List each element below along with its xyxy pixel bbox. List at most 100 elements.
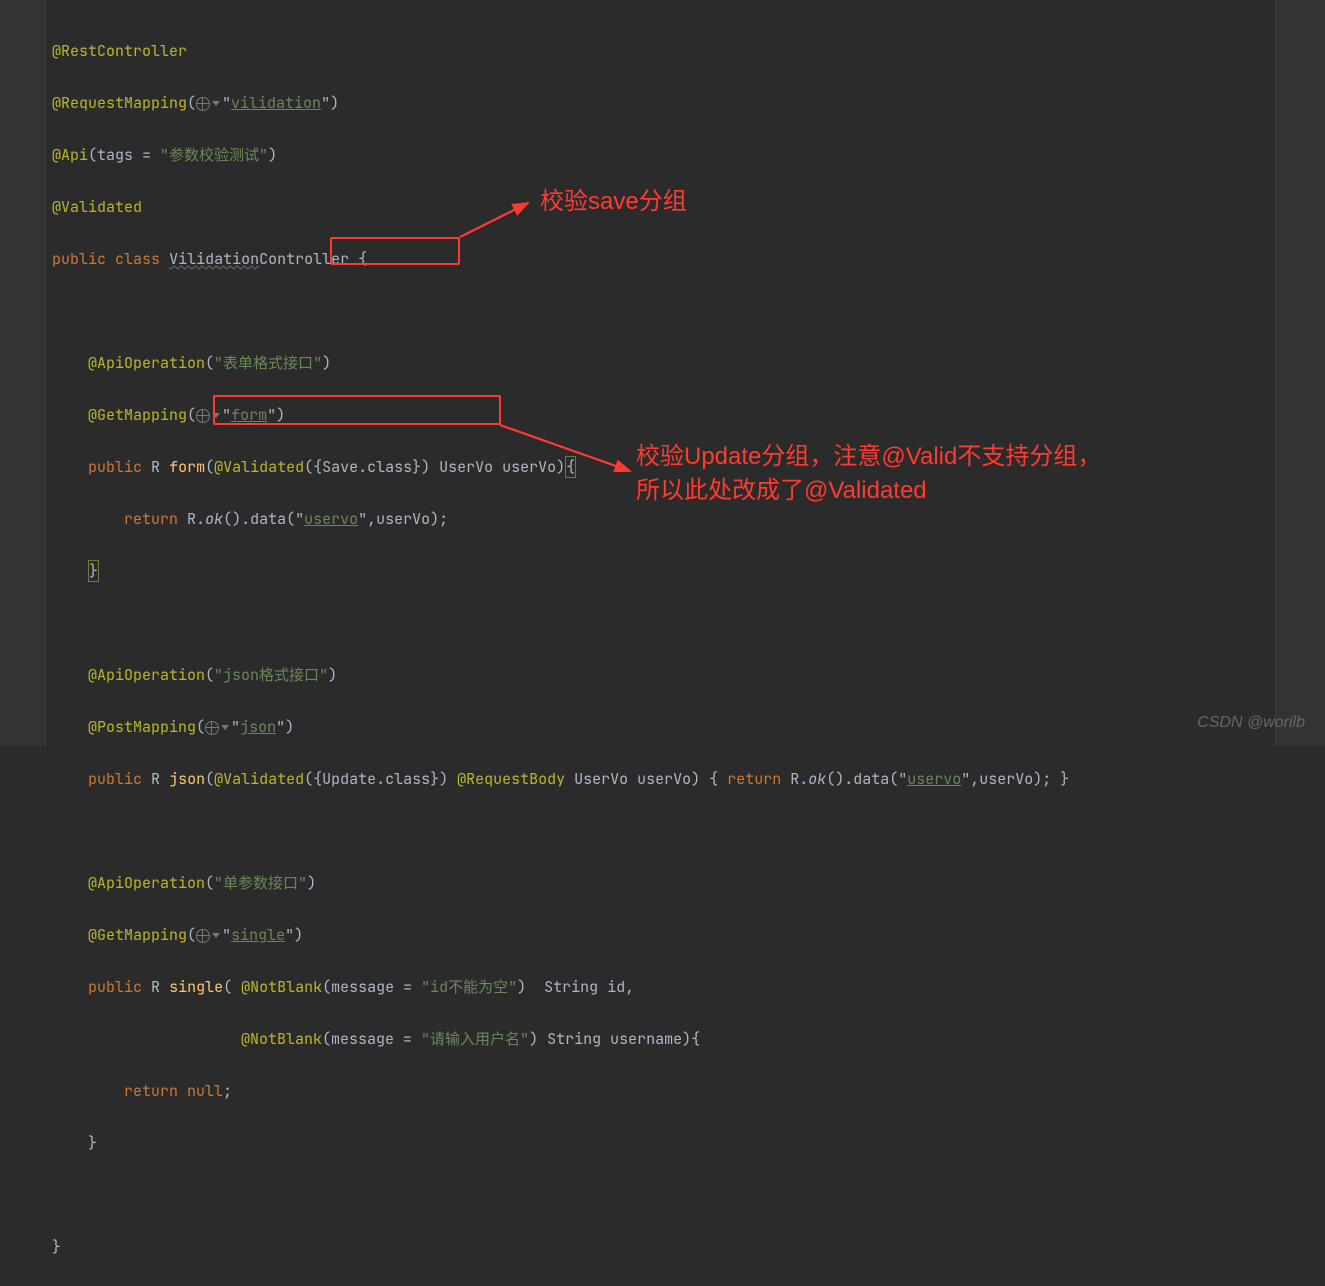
annotation: @Validated: [214, 457, 304, 477]
return-type: R: [151, 457, 160, 477]
param-type: String: [547, 1029, 601, 1049]
annotation: @Api: [52, 145, 88, 165]
code-line[interactable]: @GetMapping("form"): [52, 402, 1069, 428]
annotation: @ApiOperation: [88, 665, 205, 685]
brace-match: }: [88, 560, 99, 582]
method-name: form: [169, 457, 205, 477]
code-line[interactable]: public class VilidationController {: [52, 246, 1069, 272]
null-keyword: null: [187, 1081, 223, 1101]
code-editor[interactable]: @RestController @RequestMapping("vilidat…: [52, 12, 1069, 1286]
chevron-down-icon: [212, 413, 220, 418]
notblank-msg: (message =: [322, 977, 421, 997]
expr: ,userVo); }: [970, 769, 1069, 789]
code-line[interactable]: @ApiOperation("json格式接口"): [52, 662, 1069, 688]
validation-group: ({Save.class}): [304, 457, 430, 477]
globe-icon: [196, 929, 210, 943]
string-literal: "表单格式接口": [214, 353, 322, 373]
code-line[interactable]: [52, 818, 1069, 844]
param-name: id: [607, 977, 625, 997]
annotation: @NotBlank: [241, 1029, 322, 1049]
annotation: @ApiOperation: [88, 353, 205, 373]
annotation: @RestController: [52, 41, 187, 61]
class-name: Vilidation: [169, 249, 259, 269]
editor-gutter: [0, 0, 46, 746]
annotation: @GetMapping: [88, 405, 187, 425]
expr: ().data(: [223, 509, 295, 529]
method-name: json: [169, 769, 205, 789]
annotation: @Validated: [214, 769, 304, 789]
code-line[interactable]: return R.ok().data("uservo",userVo);: [52, 506, 1069, 532]
annotation: @RequestMapping: [52, 93, 187, 113]
keyword: return: [124, 509, 178, 529]
chevron-down-icon: [212, 101, 220, 106]
code-line[interactable]: [52, 1182, 1069, 1208]
string-literal: "单参数接口": [214, 873, 307, 893]
method-call: ok: [205, 509, 223, 529]
code-line[interactable]: public R json(@Validated({Update.class})…: [52, 766, 1069, 792]
mapping-path: single: [231, 925, 285, 945]
annotation: @PostMapping: [88, 717, 196, 737]
string-literal: "id不能为空": [421, 977, 517, 997]
code-line[interactable]: @ApiOperation("单参数接口"): [52, 870, 1069, 896]
globe-icon: [196, 409, 210, 423]
expr: R.: [781, 769, 808, 789]
expr: ().data(: [826, 769, 898, 789]
return-type: R: [151, 977, 160, 997]
validation-group: ({Update.class}): [304, 769, 448, 789]
globe-icon: [205, 721, 219, 735]
mapping-path: vilidation: [231, 93, 321, 113]
chevron-down-icon: [212, 933, 220, 938]
code-line[interactable]: @PostMapping("json"): [52, 714, 1069, 740]
annotation: @RequestBody: [457, 769, 565, 789]
return-type: R: [151, 769, 160, 789]
method-params: UserVo userVo) {: [565, 769, 727, 789]
keyword: public: [88, 769, 142, 789]
code-line[interactable]: }: [52, 1234, 1069, 1260]
code-line[interactable]: public R single( @NotBlank(message = "id…: [52, 974, 1069, 1000]
code-line[interactable]: @NotBlank(message = "请输入用户名") String use…: [52, 1026, 1069, 1052]
keyword: return: [727, 769, 781, 789]
class-suffix: Controller {: [259, 249, 367, 269]
keyword: public: [88, 457, 142, 477]
code-line[interactable]: [52, 610, 1069, 636]
param-name: username: [610, 1029, 682, 1049]
method-params: UserVo userVo): [430, 457, 565, 477]
code-line[interactable]: }: [52, 1130, 1069, 1156]
param-type: String: [544, 977, 598, 997]
code-line[interactable]: @ApiOperation("表单格式接口"): [52, 350, 1069, 376]
code-line[interactable]: [52, 298, 1069, 324]
annotation: @Validated: [52, 197, 142, 217]
editor-right-panel: [1275, 0, 1325, 746]
globe-icon: [196, 97, 210, 111]
mapping-path: json: [240, 717, 276, 737]
keyword: class: [115, 249, 160, 269]
code-line[interactable]: public R form(@Validated({Save.class}) U…: [52, 454, 1069, 480]
annotation: @NotBlank: [241, 977, 322, 997]
string-literal: "参数校验测试": [160, 145, 268, 165]
chevron-down-icon: [221, 725, 229, 730]
code-line[interactable]: @RequestMapping("vilidation"): [52, 90, 1069, 116]
method-call: ok: [808, 769, 826, 789]
expr: ,userVo);: [367, 509, 448, 529]
code-line[interactable]: @Validated: [52, 194, 1069, 220]
brace-match: {: [565, 456, 576, 478]
code-line[interactable]: return null;: [52, 1078, 1069, 1104]
annotation: @ApiOperation: [88, 873, 205, 893]
mapping-path: form: [231, 405, 267, 425]
keyword: return: [124, 1081, 178, 1101]
keyword: public: [88, 977, 142, 997]
code-line[interactable]: @Api(tags = "参数校验测试"): [52, 142, 1069, 168]
api-tags-attr: tags =: [97, 145, 160, 165]
string-literal: "请输入用户名": [421, 1029, 529, 1049]
annotation: @GetMapping: [88, 925, 187, 945]
data-key: uservo: [907, 769, 961, 789]
code-line[interactable]: }: [52, 558, 1069, 584]
method-name: single: [169, 977, 223, 997]
code-line[interactable]: @RestController: [52, 38, 1069, 64]
keyword: public: [52, 249, 106, 269]
expr: R.: [187, 509, 205, 529]
code-line[interactable]: @GetMapping("single"): [52, 922, 1069, 948]
data-key: uservo: [304, 509, 358, 529]
string-literal: "json格式接口": [214, 665, 328, 685]
watermark: CSDN @worilb: [1197, 710, 1305, 736]
